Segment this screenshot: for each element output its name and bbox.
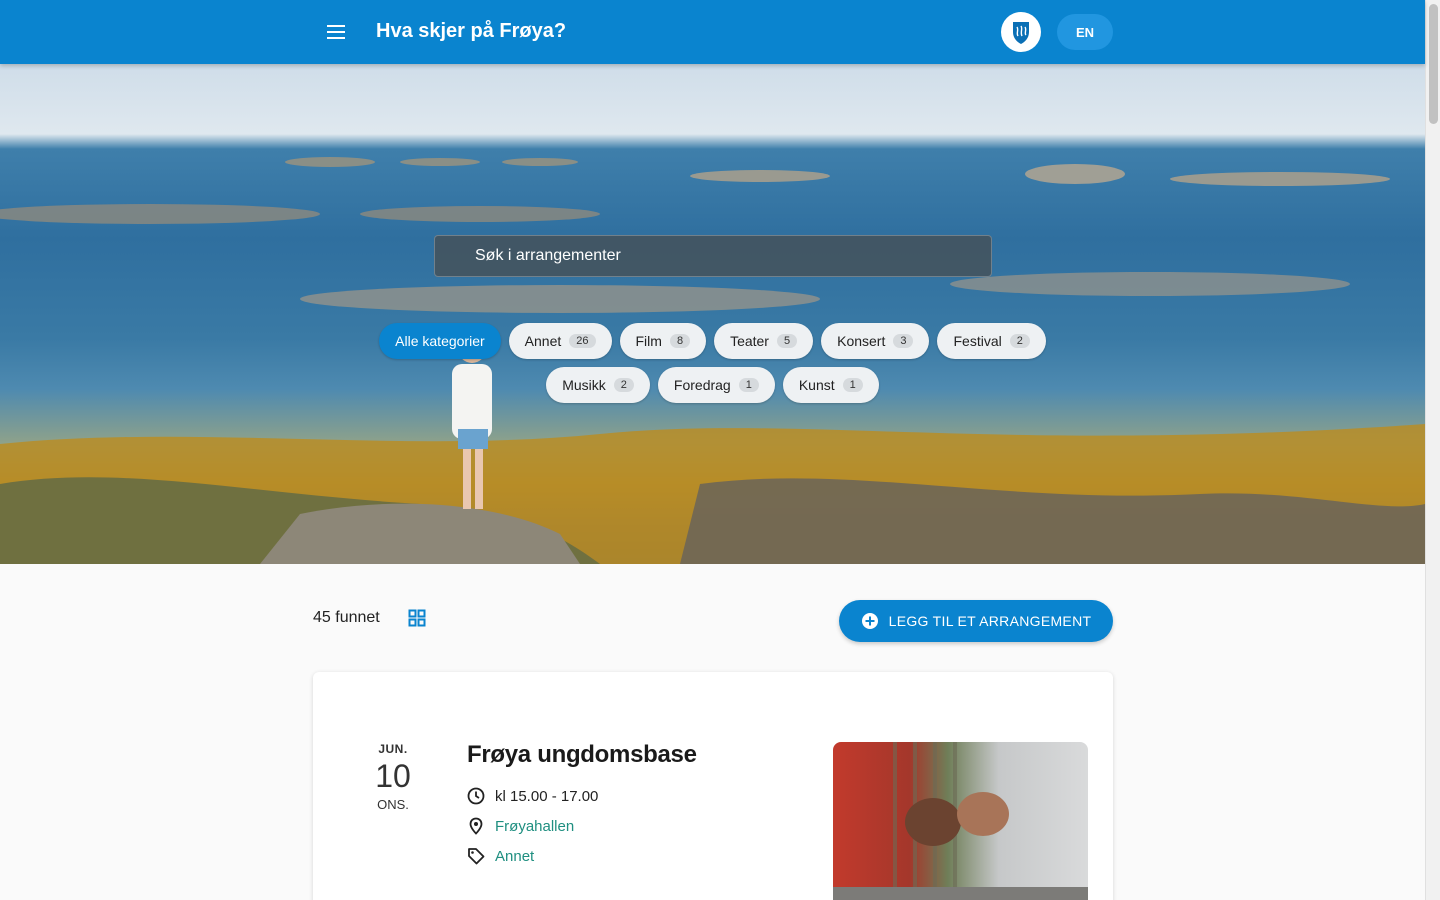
search-bar[interactable]	[434, 235, 992, 277]
chip-count: 26	[569, 334, 596, 348]
event-time: kl 15.00 - 17.00	[495, 787, 599, 805]
event-time-row: kl 15.00 - 17.00	[467, 787, 598, 805]
event-month: JUN.	[378, 742, 408, 756]
page-scrollbar[interactable]	[1425, 0, 1440, 900]
hero-banner: Alle kategorier Annet 26 Film 8 Teater 5…	[0, 64, 1425, 564]
chip-kunst[interactable]: Kunst 1	[782, 367, 879, 403]
event-location-row: Frøyahallen	[467, 817, 574, 835]
app-title: Hva skjer på Frøya?	[376, 20, 567, 42]
chip-count: 2	[1009, 334, 1030, 348]
event-image[interactable]	[833, 742, 1088, 900]
event-weekday: ONS.	[377, 797, 409, 812]
add-event-label: LEGG TIL ET ARRANGEMENT	[888, 613, 1092, 629]
result-count: 45 funnet	[313, 609, 380, 626]
event-category-row: Annet	[467, 847, 534, 865]
hero-landscape-image	[0, 157, 1425, 564]
chip-count: 3	[893, 334, 914, 348]
category-chips-row-1: Alle kategorier Annet 26 Film 8 Teater 5…	[0, 323, 1425, 359]
chip-count: 2	[613, 378, 634, 392]
app-bar: Hva skjer på Frøya? EN	[0, 0, 1425, 64]
chip-annet[interactable]: Annet 26	[508, 323, 612, 359]
chip-count: 1	[738, 378, 759, 392]
event-title[interactable]: Frøya ungdomsbase	[467, 741, 697, 769]
tag-icon	[468, 848, 485, 865]
chip-konsert[interactable]: Konsert 3	[821, 323, 930, 359]
clock-icon	[467, 787, 485, 805]
hamburger-menu-icon	[327, 25, 345, 27]
plus-circle-icon	[861, 613, 878, 629]
chip-alle-kategorier[interactable]: Alle kategorier	[379, 323, 501, 359]
category-chips-row-2: Musikk 2 Foredrag 1 Kunst 1	[0, 367, 1425, 403]
menu-button[interactable]	[318, 14, 354, 50]
language-button[interactable]: EN	[1057, 14, 1113, 50]
event-location-link[interactable]: Frøyahallen	[495, 818, 574, 835]
chip-film[interactable]: Film 8	[619, 323, 707, 359]
chip-festival[interactable]: Festival 2	[937, 323, 1046, 359]
chip-foredrag[interactable]: Foredrag 1	[657, 367, 775, 403]
location-pin-icon	[469, 817, 483, 835]
chip-count: 5	[776, 334, 798, 348]
grid-view-icon[interactable]	[408, 609, 426, 627]
search-input[interactable]	[475, 247, 991, 265]
chip-count: 8	[669, 334, 691, 348]
chip-count: 1	[842, 378, 863, 392]
event-category-link[interactable]: Annet	[495, 848, 534, 865]
scrollbar-thumb[interactable]	[1429, 4, 1438, 124]
municipal-crest-icon[interactable]	[1001, 12, 1041, 52]
event-day: 10	[375, 758, 411, 794]
chip-musikk[interactable]: Musikk 2	[546, 367, 650, 403]
event-date: JUN. 10 ONS.	[373, 742, 413, 812]
chip-teater[interactable]: Teater 5	[714, 323, 814, 359]
add-event-button[interactable]: LEGG TIL ET ARRANGEMENT	[839, 600, 1113, 642]
event-card[interactable]: JUN. 10 ONS. Frøya ungdomsbase kl 15.00 …	[313, 672, 1113, 900]
